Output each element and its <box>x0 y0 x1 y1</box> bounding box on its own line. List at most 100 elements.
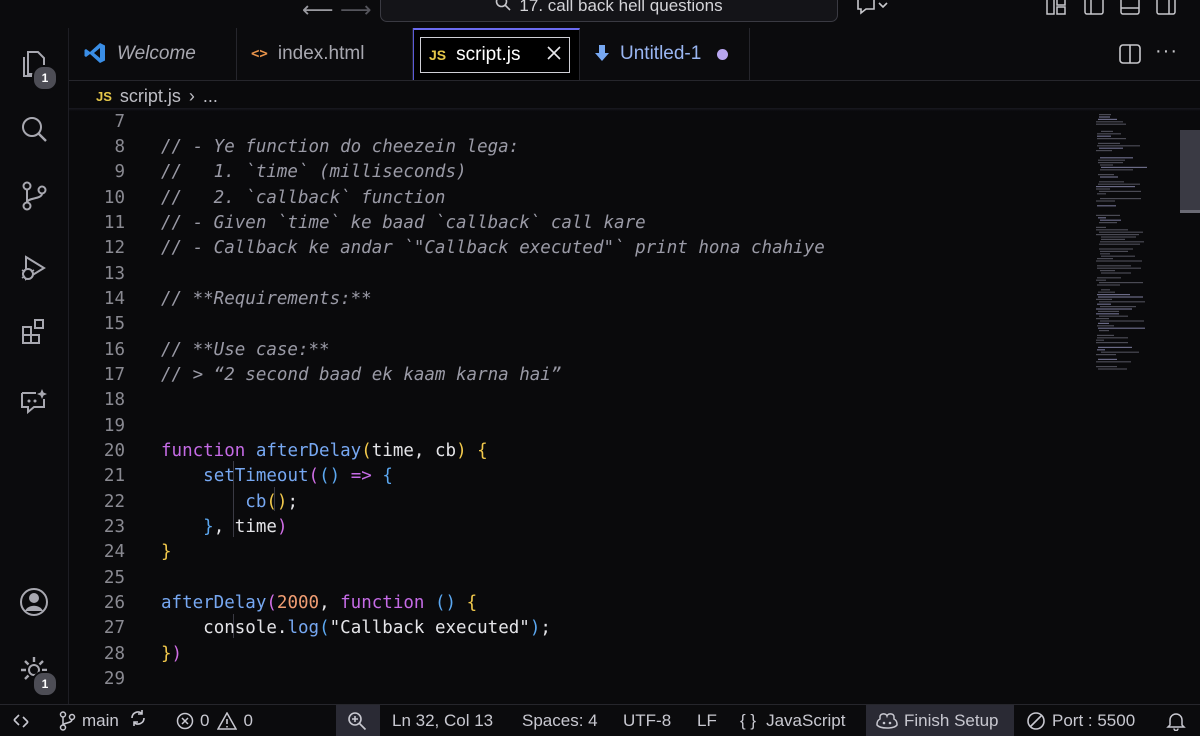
search-icon[interactable] <box>14 110 54 150</box>
language-label: JavaScript <box>766 710 846 730</box>
code-line: 23 }, time) <box>103 517 288 537</box>
minimap-line <box>1096 200 1115 202</box>
toggle-panel-icon[interactable] <box>1120 0 1140 15</box>
tab-label: index.html <box>277 43 365 64</box>
minimap-line <box>1097 294 1130 296</box>
remote-icon[interactable] <box>12 705 36 736</box>
code-line: 27 console.log("Callback executed"); <box>103 618 551 638</box>
minimap-line <box>1101 238 1125 240</box>
minimap-line <box>1096 150 1112 152</box>
minimap-line <box>1099 330 1109 332</box>
code-line: 9// 1. `time` (milliseconds) <box>114 162 467 182</box>
minimap-line <box>1098 142 1120 144</box>
extensions-icon[interactable] <box>14 312 54 352</box>
minimap-line <box>1101 272 1131 274</box>
breadcrumb: JS script.js › ... <box>96 84 218 108</box>
end-of-line[interactable]: LF <box>697 705 717 736</box>
tab-index-html[interactable]: <> index.html <box>237 28 413 80</box>
layout-controls-icon[interactable] <box>1046 0 1066 15</box>
copilot-icon <box>876 712 898 729</box>
minimap-line <box>1098 368 1127 370</box>
notifications-bell-icon[interactable] <box>1166 705 1192 736</box>
activity-bar: 1 1 <box>0 28 69 704</box>
code-line: 11// - Given `time` ke baad `callback` c… <box>103 213 646 233</box>
minimap-line <box>1098 159 1125 161</box>
minimap-line <box>1098 327 1145 329</box>
minimap[interactable] <box>1094 110 1178 704</box>
scrollbar-thumb[interactable] <box>1180 130 1200 210</box>
minimap-line <box>1096 186 1135 188</box>
unsaved-dot-icon <box>717 48 729 60</box>
port-label: Port : 5500 <box>1052 710 1136 730</box>
breadcrumb-file[interactable]: script.js <box>120 86 181 107</box>
minimap-line <box>1101 255 1135 257</box>
title-bar: ⟵ ⟶ 17. call back hell questions <box>0 0 1200 28</box>
breadcrumb-more[interactable]: ... <box>203 86 218 107</box>
arrow-right-icon[interactable]: ⟶ <box>340 0 372 23</box>
code-editor[interactable]: 7 8// - Ye function do cheezein lega: 9/… <box>69 110 1094 704</box>
toggle-secondary-sidebar-icon[interactable] <box>1156 0 1176 15</box>
minimap-line <box>1097 267 1141 269</box>
code-line: 28}) <box>103 644 183 664</box>
zoom-icon[interactable] <box>347 705 373 736</box>
minimap-line <box>1097 284 1120 286</box>
source-control-icon[interactable] <box>14 176 54 216</box>
scrollbar-marker <box>1180 210 1200 213</box>
minimap-line <box>1100 253 1110 255</box>
live-server-port[interactable]: Port : 5500 <box>1026 705 1135 736</box>
code-line: 15 <box>103 314 125 334</box>
js-file-icon: JS <box>96 88 112 104</box>
run-and-debug-icon[interactable] <box>14 248 54 288</box>
settings-badge: 1 <box>32 671 58 697</box>
toggle-primary-sidebar-icon[interactable] <box>1084 0 1104 15</box>
code-line: 8// - Ye function do cheezein lega: <box>114 137 520 157</box>
tab-welcome[interactable]: Welcome <box>69 28 237 80</box>
minimap-line <box>1101 289 1110 291</box>
problems-indicator[interactable]: 0 0 <box>176 705 253 736</box>
minimap-line <box>1100 169 1133 171</box>
copilot-chat-icon[interactable] <box>856 0 888 15</box>
search-icon <box>495 0 511 19</box>
minimap-line <box>1101 166 1147 168</box>
minimap-line <box>1100 219 1121 221</box>
minimap-line <box>1096 308 1132 310</box>
indentation[interactable]: Spaces: 4 <box>522 705 598 736</box>
minimap-line <box>1099 116 1110 118</box>
minimap-line <box>1096 298 1112 300</box>
code-line: 22 cb(); <box>103 492 298 512</box>
command-center-search[interactable]: 17. call back hell questions <box>380 0 838 22</box>
split-editor-icon[interactable] <box>1119 44 1141 69</box>
command-center-text: 17. call back hell questions <box>519 0 723 15</box>
minimap-line <box>1097 135 1111 137</box>
minimap-line <box>1099 181 1124 183</box>
code-line: 25 <box>103 568 125 588</box>
cursor-position[interactable]: Ln 32, Col 13 <box>392 705 493 736</box>
minimap-line <box>1100 270 1115 272</box>
minimap-line <box>1101 236 1136 238</box>
minimap-line <box>1097 258 1113 260</box>
js-file-icon: JS <box>429 47 447 63</box>
chat-icon[interactable] <box>14 382 54 422</box>
tab-script-js[interactable]: JS script.js <box>413 28 580 80</box>
close-icon[interactable] <box>546 44 561 66</box>
minimap-line <box>1099 114 1111 116</box>
minimap-line <box>1098 217 1106 219</box>
arrow-left-icon[interactable]: ⟵ <box>302 0 334 23</box>
language-mode[interactable]: { } JavaScript <box>740 705 845 736</box>
minimap-line <box>1100 320 1144 322</box>
minimap-line <box>1097 337 1128 339</box>
minimap-line <box>1098 358 1117 360</box>
tab-untitled-1[interactable]: Untitled-1 <box>580 28 750 80</box>
minimap-line <box>1098 346 1132 348</box>
branch-indicator[interactable]: main <box>58 705 153 736</box>
sync-icon[interactable] <box>129 709 153 732</box>
accounts-icon[interactable] <box>14 582 54 622</box>
minimap-line <box>1100 157 1133 159</box>
minimap-line <box>1097 265 1131 267</box>
code-line: 18 <box>103 390 125 410</box>
minimap-line <box>1099 301 1145 303</box>
finish-setup-button[interactable]: Finish Setup <box>876 705 999 736</box>
minimap-line <box>1096 234 1139 236</box>
encoding[interactable]: UTF-8 <box>623 705 671 736</box>
more-actions-icon[interactable]: ··· <box>1155 40 1178 63</box>
